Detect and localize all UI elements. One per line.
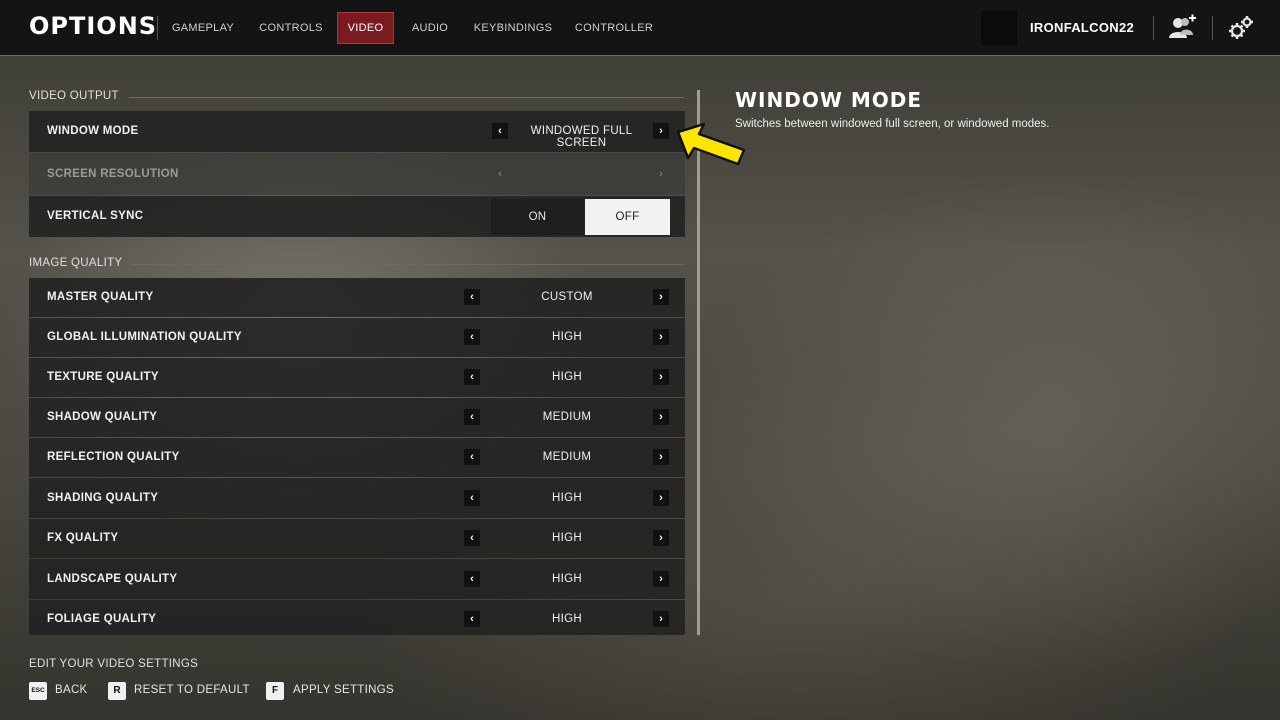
- top-bar: OPTIONS GAMEPLAY CONTROLS VIDEO AUDIO KE…: [0, 0, 1280, 56]
- tab-audio[interactable]: AUDIO: [404, 12, 456, 44]
- setting-row-window-mode[interactable]: WINDOW MODE ‹ WINDOWED FULL SCREEN ›: [29, 111, 685, 152]
- chevron-left-icon[interactable]: ‹: [464, 369, 480, 385]
- description-title: WINDOW MODE: [735, 88, 923, 112]
- tab-video[interactable]: VIDEO: [337, 12, 394, 44]
- back-button[interactable]: BACK: [55, 684, 88, 696]
- chevron-left-icon[interactable]: ‹: [464, 571, 480, 587]
- setting-value: CUSTOM: [541, 291, 593, 303]
- chevron-left-icon[interactable]: ‹: [464, 289, 480, 305]
- chevron-right-icon[interactable]: ›: [653, 369, 669, 385]
- header-divider: [1153, 16, 1154, 40]
- chevron-right-icon[interactable]: ›: [653, 329, 669, 345]
- chevron-right-icon[interactable]: ›: [653, 490, 669, 506]
- setting-label: SCREEN RESOLUTION: [47, 168, 179, 180]
- chevron-right-icon[interactable]: ›: [653, 530, 669, 546]
- section-heading-image-quality: IMAGE QUALITY: [29, 257, 123, 269]
- chevron-right-icon: ›: [659, 168, 663, 180]
- username[interactable]: IRONFALCON22: [1030, 20, 1134, 35]
- chevron-left-icon[interactable]: ‹: [492, 123, 508, 139]
- chevron-left-icon: ‹: [498, 168, 502, 180]
- section-divider: [133, 264, 684, 265]
- setting-label: VERTICAL SYNC: [47, 210, 144, 222]
- friends-add-icon[interactable]: [1167, 14, 1197, 42]
- description-text: Switches between windowed full screen, o…: [735, 118, 1050, 130]
- chevron-right-icon[interactable]: ›: [653, 123, 669, 139]
- title-divider: [157, 16, 158, 40]
- chevron-left-icon[interactable]: ‹: [464, 409, 480, 425]
- setting-value: MEDIUM: [542, 451, 592, 463]
- setting-row-fx-quality[interactable]: FX QUALITY ‹ HIGH ›: [29, 519, 685, 558]
- setting-value: MEDIUM: [542, 411, 592, 423]
- setting-label: TEXTURE QUALITY: [47, 371, 159, 383]
- setting-value: HIGH: [552, 492, 582, 504]
- r-key-icon: R: [108, 682, 126, 700]
- esc-key-icon: ESC: [29, 682, 47, 700]
- setting-row-foliage-quality[interactable]: FOLIAGE QUALITY ‹ HIGH ›: [29, 600, 685, 635]
- setting-row-master-quality[interactable]: MASTER QUALITY ‹ CUSTOM ›: [29, 278, 685, 317]
- setting-value: HIGH: [552, 613, 582, 625]
- footer-hint: EDIT YOUR VIDEO SETTINGS: [29, 658, 199, 670]
- setting-value: WINDOWED FULL SCREEN: [530, 125, 633, 149]
- chevron-left-icon[interactable]: ‹: [464, 530, 480, 546]
- setting-row-vertical-sync: VERTICAL SYNC ON OFF: [29, 196, 685, 237]
- setting-row-shading-quality[interactable]: SHADING QUALITY ‹ HIGH ›: [29, 478, 685, 518]
- setting-label: FOLIAGE QUALITY: [47, 613, 157, 625]
- settings-gears-icon[interactable]: [1226, 14, 1256, 42]
- chevron-right-icon[interactable]: ›: [653, 611, 669, 627]
- setting-value: HIGH: [552, 573, 582, 585]
- setting-row-reflection-quality[interactable]: REFLECTION QUALITY ‹ MEDIUM ›: [29, 438, 685, 477]
- chevron-left-icon[interactable]: ‹: [464, 490, 480, 506]
- tab-controls[interactable]: CONTROLS: [254, 12, 328, 44]
- vsync-on-option[interactable]: ON: [491, 199, 584, 235]
- setting-row-landscape-quality[interactable]: LANDSCAPE QUALITY ‹ HIGH ›: [29, 559, 685, 599]
- setting-row-screen-resolution: SCREEN RESOLUTION ‹ ›: [29, 153, 685, 195]
- setting-row-global-illumination-quality[interactable]: GLOBAL ILLUMINATION QUALITY ‹ HIGH ›: [29, 318, 685, 357]
- reset-to-default-button[interactable]: RESET TO DEFAULT: [134, 684, 250, 696]
- chevron-left-icon[interactable]: ‹: [464, 449, 480, 465]
- chevron-right-icon[interactable]: ›: [653, 289, 669, 305]
- setting-label: FX QUALITY: [47, 532, 119, 544]
- setting-value: HIGH: [552, 532, 582, 544]
- section-divider: [129, 97, 684, 98]
- setting-label: MASTER QUALITY: [47, 291, 154, 303]
- apply-settings-button[interactable]: APPLY SETTINGS: [293, 684, 394, 696]
- setting-label: GLOBAL ILLUMINATION QUALITY: [47, 331, 242, 343]
- setting-label: WINDOW MODE: [47, 125, 139, 137]
- header-divider: [1212, 16, 1213, 40]
- setting-label: SHADING QUALITY: [47, 492, 159, 504]
- section-heading-video-output: VIDEO OUTPUT: [29, 90, 119, 102]
- vsync-off-option[interactable]: OFF: [585, 199, 670, 235]
- setting-label: SHADOW QUALITY: [47, 411, 158, 423]
- page-title: OPTIONS: [29, 12, 158, 40]
- setting-value: HIGH: [552, 371, 582, 383]
- chevron-left-icon[interactable]: ‹: [464, 611, 480, 627]
- setting-row-shadow-quality[interactable]: SHADOW QUALITY ‹ MEDIUM ›: [29, 398, 685, 437]
- setting-label: REFLECTION QUALITY: [47, 451, 180, 463]
- chevron-right-icon[interactable]: ›: [653, 449, 669, 465]
- setting-label: LANDSCAPE QUALITY: [47, 573, 178, 585]
- f-key-icon: F: [266, 682, 284, 700]
- tab-keybindings[interactable]: KEYBINDINGS: [470, 12, 556, 44]
- avatar[interactable]: [981, 11, 1017, 45]
- chevron-right-icon[interactable]: ›: [653, 571, 669, 587]
- chevron-left-icon[interactable]: ‹: [464, 329, 480, 345]
- tab-controller[interactable]: CONTROLLER: [571, 12, 657, 44]
- chevron-right-icon[interactable]: ›: [653, 409, 669, 425]
- setting-row-texture-quality[interactable]: TEXTURE QUALITY ‹ HIGH ›: [29, 358, 685, 397]
- setting-value: HIGH: [552, 331, 582, 343]
- tab-gameplay[interactable]: GAMEPLAY: [166, 12, 240, 44]
